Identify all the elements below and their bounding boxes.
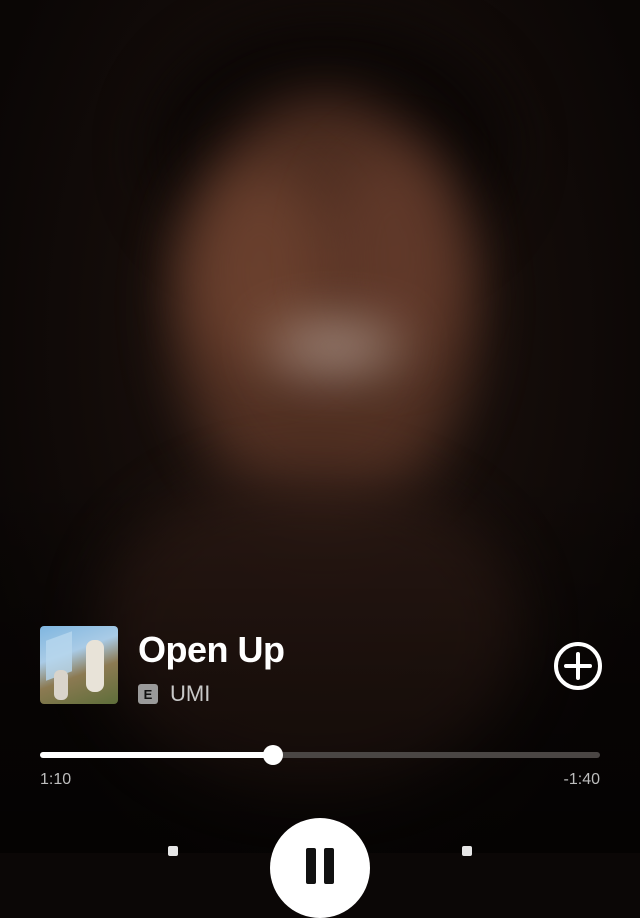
remaining-time: -1:40 bbox=[563, 771, 600, 788]
progress-scrubber[interactable] bbox=[262, 745, 283, 765]
next-button[interactable] bbox=[462, 846, 472, 856]
pause-button[interactable] bbox=[270, 818, 370, 918]
add-to-library-button[interactable] bbox=[553, 641, 603, 691]
elapsed-time: 1:10 bbox=[40, 771, 72, 788]
artist-name[interactable]: UMI bbox=[170, 680, 210, 708]
pause-icon bbox=[306, 848, 316, 884]
progress-bar[interactable] bbox=[40, 745, 600, 765]
video-background bbox=[0, 0, 640, 853]
plus-circle-icon bbox=[554, 642, 602, 690]
album-cover[interactable] bbox=[40, 626, 118, 704]
explicit-badge: E bbox=[138, 684, 158, 704]
track-title[interactable]: Open Up bbox=[138, 628, 285, 672]
progress-fill bbox=[40, 752, 273, 758]
previous-button[interactable] bbox=[168, 846, 178, 856]
